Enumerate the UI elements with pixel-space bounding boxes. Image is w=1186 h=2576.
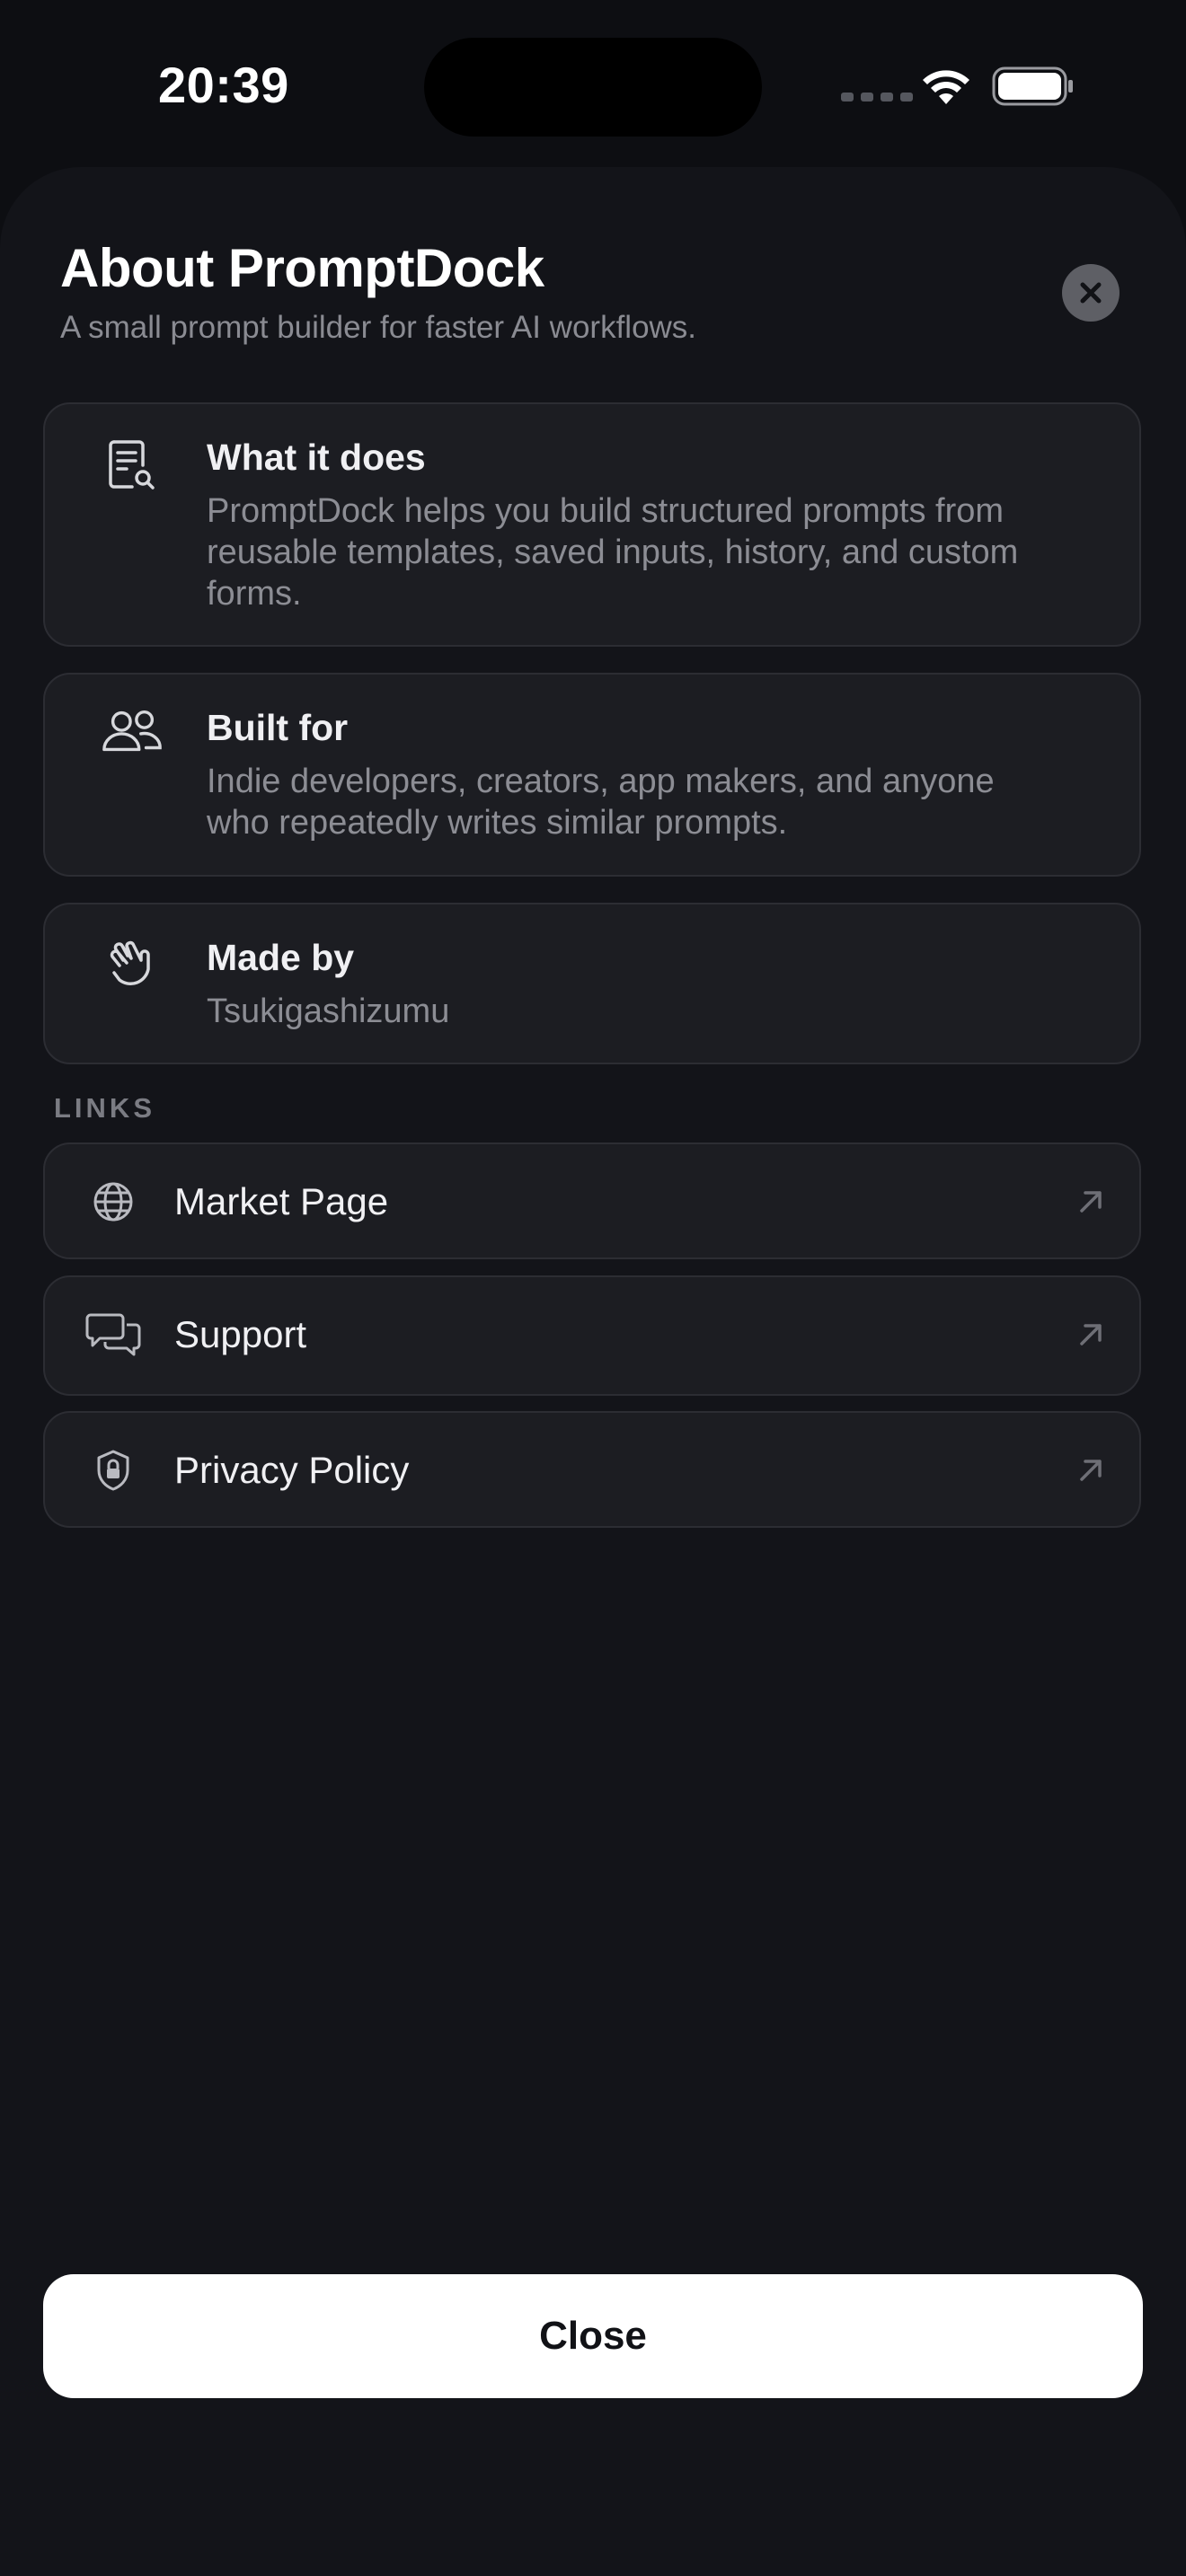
arrow-up-right-icon xyxy=(1080,1460,1102,1481)
arrow-up-right-icon xyxy=(1080,1191,1102,1213)
link-label: Support xyxy=(174,1313,307,1355)
link-privacy-policy[interactable]: Privacy Policy xyxy=(43,1411,1141,1528)
card-title: Made by xyxy=(207,937,355,978)
link-label: Market Page xyxy=(174,1180,389,1222)
card-body: Tsukigashizumu xyxy=(207,992,450,1030)
wifi-icon xyxy=(923,70,969,104)
link-label: Privacy Policy xyxy=(174,1449,410,1491)
card-made-by: Made by Tsukigashizumu xyxy=(43,903,1141,1064)
page-title: About PromptDock xyxy=(60,238,544,298)
link-support[interactable]: Support xyxy=(43,1275,1141,1396)
people-icon xyxy=(101,709,164,772)
status-time: 20:39 xyxy=(158,57,289,113)
speech-bubbles-icon xyxy=(84,1306,142,1363)
globe-icon xyxy=(84,1173,142,1231)
dismiss-button[interactable] xyxy=(1062,264,1120,322)
screen: 20:39 About PromptDock A small prompt bu… xyxy=(0,0,1186,2576)
card-body: Indie developers, creators, app makers, … xyxy=(207,763,995,842)
close-button[interactable]: Close xyxy=(43,2274,1143,2398)
card-what-it-does: What it does PromptDock helps you build … xyxy=(43,402,1141,647)
xmark-icon xyxy=(1080,282,1102,304)
battery-icon xyxy=(992,66,1073,106)
shield-lock-icon xyxy=(84,1442,142,1499)
document-search-icon xyxy=(101,438,164,501)
dynamic-island xyxy=(424,38,762,137)
card-body: PromptDock helps you build structured pr… xyxy=(207,492,1019,613)
card-built-for: Built for Indie developers, creators, ap… xyxy=(43,673,1141,877)
arrow-up-right-icon xyxy=(1080,1324,1102,1345)
cellular-signal-icon xyxy=(841,93,913,101)
links-section-label: LINKS xyxy=(54,1092,155,1124)
link-market-page[interactable]: Market Page xyxy=(43,1142,1141,1259)
page-subtitle: A small prompt builder for faster AI wor… xyxy=(60,310,697,345)
card-title: What it does xyxy=(207,437,426,478)
hand-wave-icon xyxy=(101,939,164,1001)
card-title: Built for xyxy=(207,707,349,748)
